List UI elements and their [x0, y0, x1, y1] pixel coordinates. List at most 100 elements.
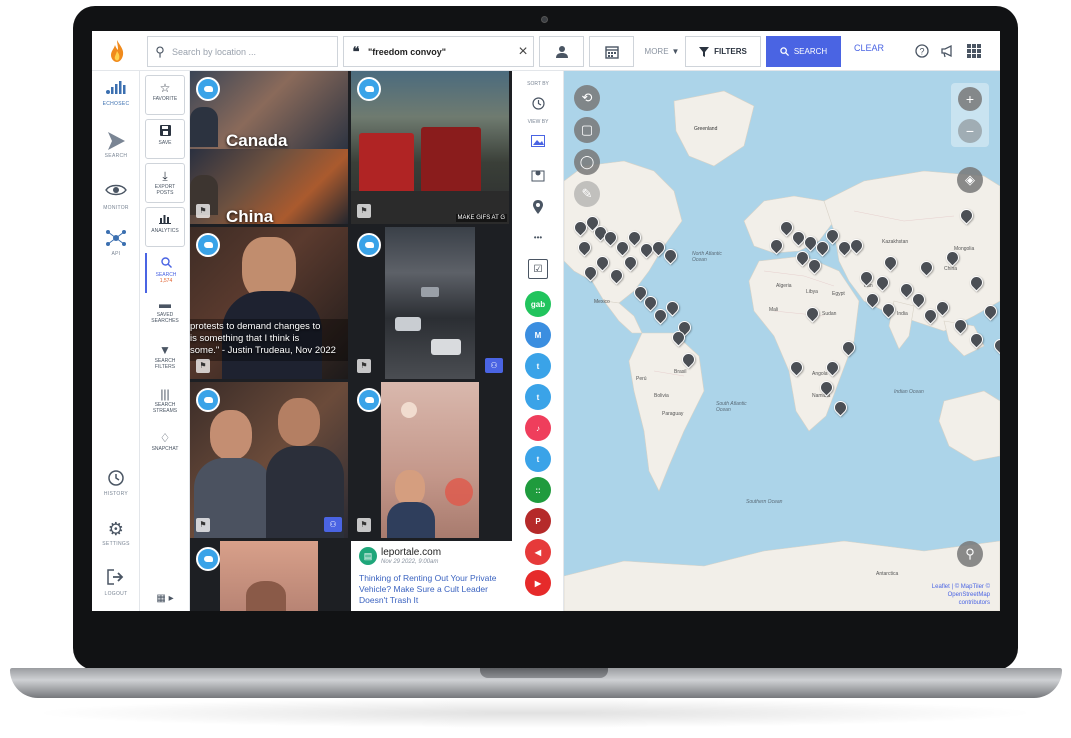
flag-icon[interactable]: ⚑: [196, 359, 210, 373]
clock-sort-icon[interactable]: [528, 93, 548, 113]
source-grid-source-button[interactable]: ::: [525, 477, 551, 503]
location-search-field[interactable]: ⚲ Search by location ...: [147, 36, 338, 67]
flag-icon[interactable]: ⚑: [357, 359, 371, 373]
snapchat-button[interactable]: ♢ SNAPCHAT: [145, 431, 185, 452]
analytics-label: ANALYTICS: [151, 228, 179, 234]
search-results-tab[interactable]: SEARCH 1,574: [145, 253, 185, 293]
more-dropdown[interactable]: MORE ▼: [639, 36, 685, 67]
eye-icon: [92, 183, 140, 203]
map-rotate-icon[interactable]: ⟲: [574, 85, 600, 111]
analytics-button[interactable]: ANALYTICS: [145, 207, 185, 247]
map-label-bolivia: Bolivia: [654, 393, 669, 399]
chevron-down-icon: ▼: [671, 47, 680, 56]
watermark-text: MAKE GIFS AT G: [455, 214, 507, 222]
flag-icon[interactable]: ⚑: [196, 204, 210, 218]
image-view-icon[interactable]: [528, 131, 548, 151]
car: [421, 287, 439, 297]
favorite-button[interactable]: ☆ FAVORITE: [145, 75, 185, 115]
source-tiktok-button[interactable]: ♪: [525, 415, 551, 441]
source-twitter-2-button[interactable]: t: [525, 446, 551, 472]
map-layers-icon[interactable]: ◈: [957, 167, 983, 193]
announcement-icon[interactable]: [938, 42, 956, 60]
flower: [445, 478, 473, 506]
source-twitter-button[interactable]: t: [525, 353, 551, 379]
flag-icon[interactable]: ⚑: [357, 204, 371, 218]
flag-icon[interactable]: ⚑: [357, 518, 371, 532]
nav-search[interactable]: SEARCH: [92, 131, 140, 159]
post-image-traffic: [385, 227, 475, 379]
nav-api[interactable]: API: [92, 229, 140, 257]
clear-keyword-icon[interactable]: ×: [513, 43, 533, 61]
twitter-icon: [196, 547, 220, 571]
source-youtube-button[interactable]: ▶: [525, 570, 551, 596]
save-button[interactable]: SAVE: [145, 119, 185, 159]
map-frame-icon[interactable]: ▢: [574, 117, 600, 143]
nav-logout[interactable]: LOGOUT: [92, 569, 140, 597]
save-icon: [146, 125, 184, 140]
post-tile[interactable]: ⚑ ⚇: [190, 382, 348, 538]
view-by-label: VIEW BY: [527, 119, 549, 125]
flame-logo-icon[interactable]: [106, 39, 128, 63]
apps-grid-icon[interactable]: [965, 42, 983, 60]
source-gab-button[interactable]: gab: [525, 291, 551, 317]
snapchat-label: SNAPCHAT: [151, 446, 179, 452]
group-icon[interactable]: ⚇: [485, 358, 503, 373]
attribution-line: Leaflet | © MapTiler ©: [931, 584, 990, 590]
flag-icon[interactable]: ⚑: [196, 518, 210, 532]
keyword-search-field[interactable]: ❝ "freedom convoy" ×: [343, 36, 534, 67]
map-attribution[interactable]: Leaflet | © MapTiler © OpenStreetMap con…: [932, 583, 990, 607]
search-icon: [780, 47, 789, 56]
post-tile[interactable]: protests to demand changes to is somethi…: [190, 227, 348, 379]
clear-button[interactable]: CLEAR: [854, 43, 884, 53]
saved-searches-button[interactable]: ▬ SAVED SEARCHES: [145, 297, 185, 324]
quote-line: is something that I think is: [190, 333, 300, 344]
search-filters-button[interactable]: ▼ SEARCH FILTERS: [145, 343, 185, 370]
post-tile[interactable]: [190, 541, 348, 611]
source-twitter-spaces-button[interactable]: t: [525, 384, 551, 410]
nav-history[interactable]: HISTORY: [92, 469, 140, 497]
quote-line: protests to demand changes to: [190, 321, 321, 332]
post-tile[interactable]: ⚑ MAKE GIFS AT G: [351, 71, 509, 224]
news-article-card[interactable]: ▤ leportale.com Nov 29 2022, 9:00am Thin…: [351, 541, 512, 611]
source-parler-button[interactable]: P: [525, 508, 551, 534]
results-map[interactable]: Greenland North Atlantic Ocean South Atl…: [564, 71, 1000, 611]
result-count: 1,574: [159, 278, 173, 284]
map-location-icon[interactable]: ⚲: [957, 541, 983, 567]
calendar-icon: [604, 45, 619, 59]
layout-toggle-icon[interactable]: ▦ ▸: [145, 591, 185, 606]
select-all-checkbox[interactable]: ☑: [528, 259, 548, 279]
laptop-frame: ⚲ Search by location ... ❝ "freedom conv…: [0, 0, 1071, 738]
post-tile[interactable]: ⚑ ⚇: [351, 227, 509, 379]
twitter-icon: [357, 388, 381, 412]
export-posts-button[interactable]: ⤓ EXPORT POSTS: [145, 163, 185, 203]
more-sources-dots[interactable]: •••: [512, 233, 564, 242]
twitter-icon: [196, 233, 220, 257]
post-tile[interactable]: ⚑: [351, 382, 509, 538]
help-icon[interactable]: ?: [913, 42, 931, 60]
article-headline[interactable]: Thinking of Renting Out Your Private Veh…: [359, 573, 509, 606]
nav-settings[interactable]: ⚙ SETTINGS: [92, 519, 140, 547]
group-icon[interactable]: ⚇: [324, 517, 342, 532]
map-draw-icon[interactable]: ✎: [574, 181, 600, 207]
user-filter-button[interactable]: [539, 36, 584, 67]
map-view-icon[interactable]: [528, 165, 548, 185]
search-streams-button[interactable]: ||| SEARCH STREAMS: [145, 387, 185, 414]
search-button[interactable]: SEARCH: [766, 36, 841, 67]
nav-monitor[interactable]: MONITOR: [92, 183, 140, 211]
date-filter-button[interactable]: [589, 36, 634, 67]
saved-searches-label: SAVED SEARCHES: [151, 312, 179, 324]
nav-echosec[interactable]: ECHOSEC: [92, 79, 140, 107]
bar-chart-icon: [146, 213, 184, 228]
article-site[interactable]: leportale.com: [381, 547, 441, 558]
zoom-in-icon[interactable]: +: [958, 87, 982, 111]
map-circle-select-icon[interactable]: ◯: [574, 149, 600, 175]
zoom-out-icon[interactable]: −: [958, 119, 982, 143]
filters-button[interactable]: FILTERS: [685, 36, 761, 67]
post-tile[interactable]: Canada China ⚑: [190, 71, 348, 224]
nav-history-label: HISTORY: [103, 491, 129, 497]
source-megaphone-button[interactable]: ◀: [525, 539, 551, 565]
caption-china: China: [226, 207, 274, 224]
folder-icon: ▬: [159, 297, 171, 311]
pin-view-icon[interactable]: [528, 197, 548, 217]
source-mastodon-button[interactable]: M: [525, 322, 551, 348]
